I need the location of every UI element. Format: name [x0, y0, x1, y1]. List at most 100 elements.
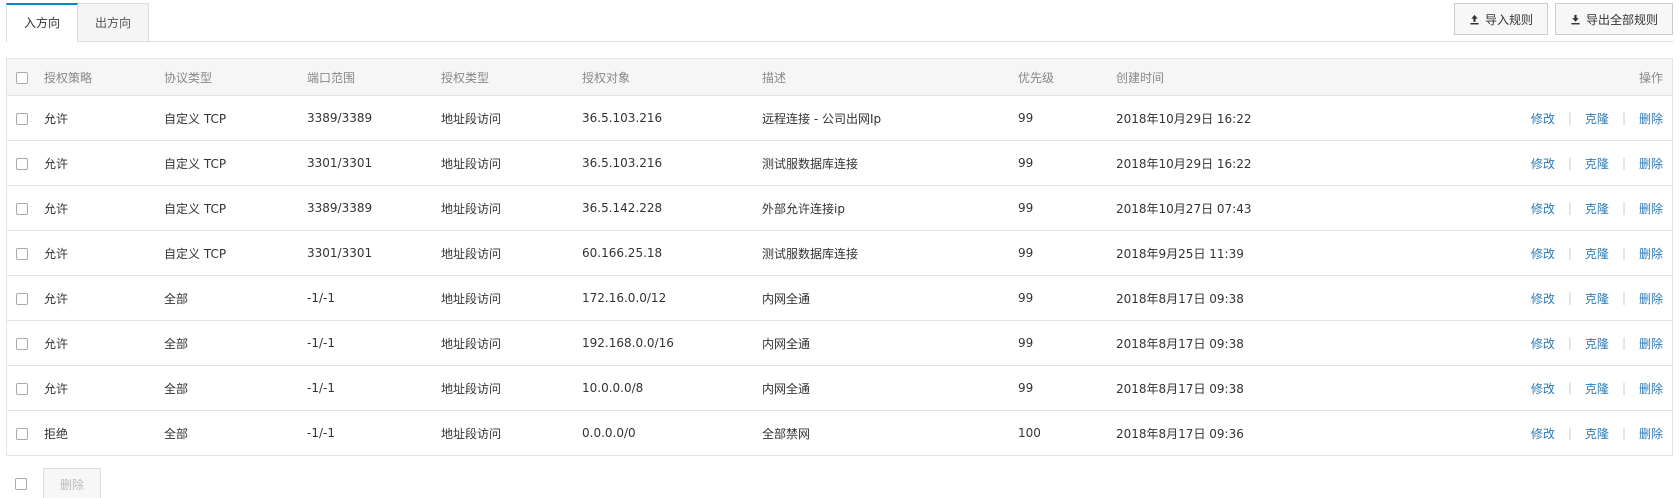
import-rules-label: 导入规则 — [1484, 12, 1533, 27]
ops-separator: | — [1567, 201, 1572, 215]
delete-link[interactable]: 删除 — [1639, 380, 1663, 397]
cell-policy: 允许 — [44, 336, 69, 351]
cell-policy: 拒绝 — [44, 426, 69, 441]
cell-priority: 99 — [1018, 291, 1034, 305]
row-checkbox[interactable] — [16, 247, 28, 260]
delete-link[interactable]: 删除 — [1639, 425, 1663, 442]
cell-auth-object: 36.5.142.228 — [582, 201, 663, 215]
cell-auth-type: 地址段访问 — [441, 201, 502, 216]
cell-port: -1/-1 — [307, 336, 335, 350]
table-body: 允许 自定义 TCP 3389/3389 地址段访问 36.5.103.216 远程连接 … — [7, 95, 1672, 455]
cell-created: 2018年8月17日 09:38 — [1116, 291, 1244, 306]
row-checkbox[interactable] — [16, 427, 28, 440]
ops-separator: | — [1567, 246, 1572, 260]
row-checkbox[interactable] — [16, 337, 28, 350]
table-row: 允许 全部 -1/-1 地址段访问 10.0.0.0/8 内网全通 99 2018年8月17日… — [7, 365, 1672, 410]
select-all-checkbox[interactable] — [16, 71, 28, 84]
cell-port: -1/-1 — [307, 381, 335, 395]
ops-separator: | — [1621, 246, 1626, 260]
edit-link[interactable]: 修改 — [1531, 155, 1555, 172]
ops-separator: | — [1567, 381, 1572, 395]
ops-separator: | — [1621, 201, 1626, 215]
cell-priority: 99 — [1018, 336, 1034, 350]
delete-link[interactable]: 删除 — [1639, 200, 1663, 217]
clone-link[interactable]: 克隆 — [1585, 155, 1609, 172]
table-footer: 删除 — [6, 468, 101, 498]
cell-auth-type: 地址段访问 — [441, 246, 502, 261]
cell-protocol: 全部 — [164, 336, 189, 351]
clone-link[interactable]: 克隆 — [1585, 110, 1609, 127]
cell-description: 内网全通 — [762, 291, 811, 306]
delete-link[interactable]: 删除 — [1639, 245, 1663, 262]
table-row: 允许 自定义 TCP 3301/3301 地址段访问 36.5.103.216 测试服数据… — [7, 140, 1672, 185]
clone-link[interactable]: 克隆 — [1585, 335, 1609, 352]
cell-protocol: 自定义 TCP — [164, 156, 227, 171]
delete-link[interactable]: 删除 — [1639, 155, 1663, 172]
header-protocol: 协议类型 — [164, 70, 213, 85]
tab-divider — [6, 41, 1673, 42]
edit-link[interactable]: 修改 — [1531, 290, 1555, 307]
cell-created: 2018年10月29日 16:22 — [1116, 111, 1252, 126]
ops-separator: | — [1621, 426, 1626, 440]
cell-protocol: 全部 — [164, 291, 189, 306]
cell-priority: 99 — [1018, 201, 1034, 215]
edit-link[interactable]: 修改 — [1531, 110, 1555, 127]
header-auth-object: 授权对象 — [582, 70, 631, 85]
delete-link[interactable]: 删除 — [1639, 290, 1663, 307]
ops-separator: | — [1621, 111, 1626, 125]
cell-priority: 99 — [1018, 381, 1034, 395]
cell-description: 内网全通 — [762, 381, 811, 396]
tab-outbound[interactable]: 出方向 — [77, 3, 150, 41]
clone-link[interactable]: 克隆 — [1585, 245, 1609, 262]
table-row: 允许 自定义 TCP 3301/3301 地址段访问 60.166.25.18 测试服数据… — [7, 230, 1672, 275]
edit-link[interactable]: 修改 — [1531, 380, 1555, 397]
import-rules-button[interactable]: 导入规则 — [1453, 3, 1548, 35]
edit-link[interactable]: 修改 — [1531, 335, 1555, 352]
cell-auth-object: 36.5.103.216 — [582, 111, 663, 125]
cell-port: -1/-1 — [307, 426, 335, 440]
batch-delete-button[interactable]: 删除 — [43, 468, 101, 498]
delete-link[interactable]: 删除 — [1639, 110, 1663, 127]
edit-link[interactable]: 修改 — [1531, 200, 1555, 217]
edit-link[interactable]: 修改 — [1531, 425, 1555, 442]
cell-auth-type: 地址段访问 — [441, 291, 502, 306]
ops-separator: | — [1567, 156, 1572, 170]
cell-policy: 允许 — [44, 201, 69, 216]
table-row: 拒绝 全部 -1/-1 地址段访问 0.0.0.0/0 全部禁网 100 2018年8月17日… — [7, 410, 1672, 455]
cell-ops: 修改 | 克隆 | 删除 — [1366, 155, 1672, 172]
row-checkbox[interactable] — [16, 157, 28, 170]
toolbar: 导入规则 导出全部规则 — [1453, 3, 1673, 35]
direction-tabs: 入方向 出方向 — [6, 3, 150, 42]
cell-auth-object: 10.0.0.0/8 — [582, 381, 644, 395]
clone-link[interactable]: 克隆 — [1585, 200, 1609, 217]
row-checkbox[interactable] — [16, 382, 28, 395]
clone-link[interactable]: 克隆 — [1585, 380, 1609, 397]
cell-created: 2018年8月17日 09:38 — [1116, 381, 1244, 396]
tab-inbound[interactable]: 入方向 — [6, 3, 79, 42]
ops-separator: | — [1567, 426, 1572, 440]
delete-link[interactable]: 删除 — [1639, 335, 1663, 352]
row-checkbox[interactable] — [16, 202, 28, 215]
table-row: 允许 全部 -1/-1 地址段访问 192.168.0.0/16 内网全通 99 2018年8… — [7, 320, 1672, 365]
cell-port: -1/-1 — [307, 291, 335, 305]
cell-protocol: 自定义 TCP — [164, 201, 227, 216]
cell-ops: 修改 | 克隆 | 删除 — [1366, 335, 1672, 352]
table-row: 允许 全部 -1/-1 地址段访问 172.16.0.0/12 内网全通 99 2018年8月… — [7, 275, 1672, 320]
edit-link[interactable]: 修改 — [1531, 245, 1555, 262]
clone-link[interactable]: 克隆 — [1585, 290, 1609, 307]
cell-port: 3389/3389 — [307, 201, 373, 215]
cell-port: 3301/3301 — [307, 156, 373, 170]
footer-select-all-checkbox[interactable] — [15, 478, 27, 490]
header-created: 创建时间 — [1116, 70, 1165, 85]
table-row: 允许 自定义 TCP 3389/3389 地址段访问 36.5.103.216 远程连接 … — [7, 95, 1672, 140]
row-checkbox[interactable] — [16, 112, 28, 125]
clone-link[interactable]: 克隆 — [1585, 425, 1609, 442]
header-ops: 操作 — [1638, 70, 1663, 85]
cell-auth-type: 地址段访问 — [441, 426, 502, 441]
cell-port: 3301/3301 — [307, 246, 373, 260]
header-port: 端口范围 — [307, 70, 356, 85]
row-checkbox[interactable] — [16, 292, 28, 305]
cell-auth-object: 192.168.0.0/16 — [582, 336, 674, 350]
export-all-rules-button[interactable]: 导出全部规则 — [1554, 3, 1673, 35]
cell-ops: 修改 | 克隆 | 删除 — [1366, 200, 1672, 217]
